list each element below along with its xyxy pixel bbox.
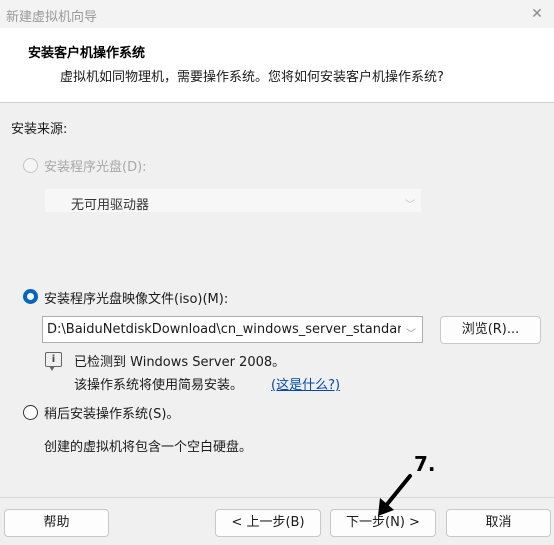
disc-drive-select[interactable]: 无可用驱动器 ﹀ bbox=[44, 188, 422, 213]
chevron-down-icon: ﹀ bbox=[405, 200, 415, 211]
pointer-arrow-icon bbox=[378, 474, 412, 516]
browse-button[interactable]: 浏览(R)... bbox=[440, 316, 541, 344]
iso-path-input[interactable]: D:\BaiduNetdiskDownload\cn_windows_serve… bbox=[42, 316, 423, 343]
cancel-button[interactable]: 取消 bbox=[446, 509, 551, 537]
install-source-panel: 安装来源: 安装程序光盘(D): 无可用驱动器 ﹀ 安装程序光盘映像文件(iso… bbox=[0, 104, 554, 497]
title-bar: 新建虚拟机向导 ✕ bbox=[0, 0, 554, 28]
wizard-footer: 帮助 < 上一步(B) 下一步(N) > 取消 bbox=[0, 497, 554, 545]
info-icon: i bbox=[45, 352, 62, 371]
radio-installer-disc[interactable] bbox=[23, 158, 38, 173]
easy-install-text: 该操作系统将使用简易安装。 bbox=[74, 378, 244, 393]
radio-install-later-label: 稍后安装操作系统(S)。 bbox=[44, 407, 180, 422]
back-button[interactable]: < 上一步(B) bbox=[215, 509, 321, 537]
radio-iso-image-label: 安装程序光盘映像文件(iso)(M): bbox=[44, 292, 229, 307]
window-title: 新建虚拟机向导 bbox=[6, 10, 98, 25]
chevron-down-icon[interactable]: ﹀ bbox=[406, 325, 416, 340]
radio-iso-image[interactable] bbox=[23, 289, 38, 304]
help-button[interactable]: 帮助 bbox=[4, 509, 109, 537]
blank-disk-note: 创建的虚拟机将包含一个空白硬盘。 bbox=[44, 440, 253, 455]
whats-this-link[interactable]: (这是什么?) bbox=[271, 374, 340, 393]
wizard-header: 安装客户机操作系统 虚拟机如同物理机，需要操作系统。您将如何安装客户机操作系统? bbox=[0, 28, 554, 103]
close-icon[interactable]: ✕ bbox=[520, 0, 554, 28]
page-subtitle: 虚拟机如同物理机，需要操作系统。您将如何安装客户机操作系统? bbox=[60, 70, 444, 85]
radio-installer-disc-label: 安装程序光盘(D): bbox=[44, 160, 147, 175]
install-source-label: 安装来源: bbox=[11, 122, 68, 137]
detected-os-text: 已检测到 Windows Server 2008。 bbox=[74, 355, 286, 370]
iso-path-value: D:\BaiduNetdiskDownload\cn_windows_serve… bbox=[47, 322, 401, 337]
disc-drive-value: 无可用驱动器 bbox=[71, 198, 150, 213]
page-title: 安装客户机操作系统 bbox=[28, 46, 146, 61]
radio-install-later[interactable] bbox=[23, 405, 38, 420]
